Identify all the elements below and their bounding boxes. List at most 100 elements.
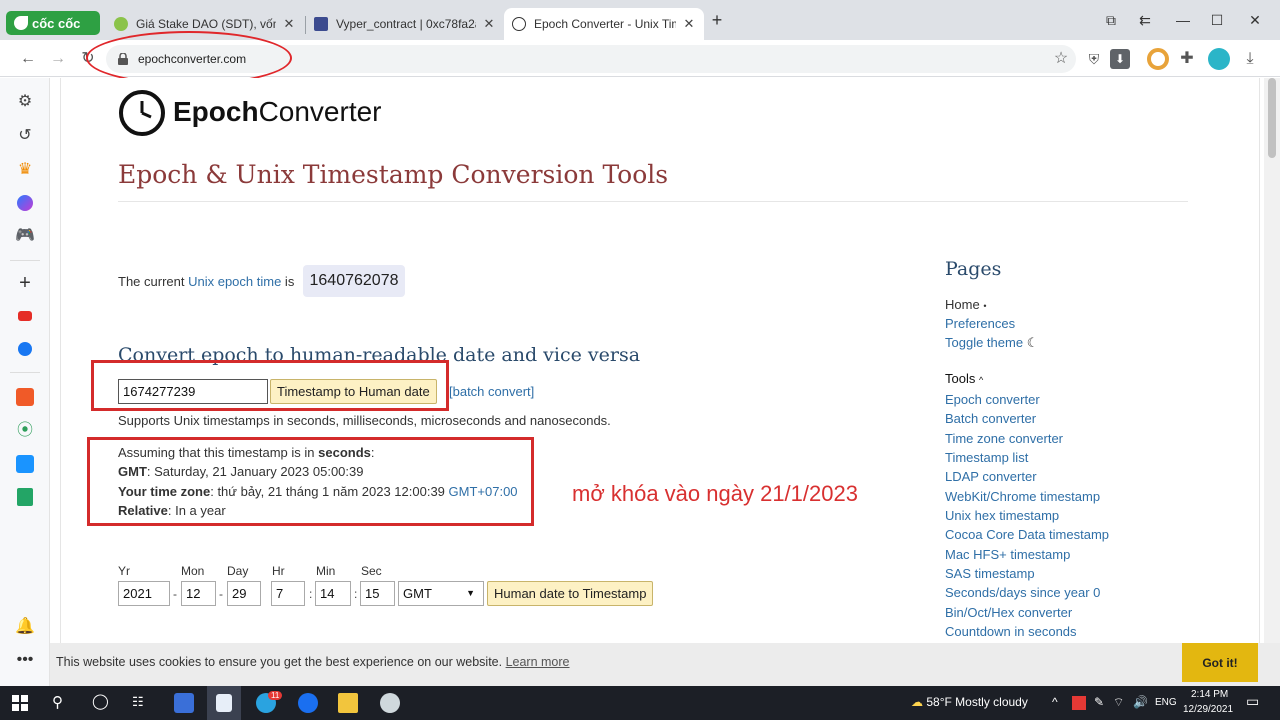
zalo-icon[interactable] (298, 693, 318, 713)
tray-edit-icon[interactable]: ✎ (1094, 695, 1104, 709)
shopping-icon[interactable] (13, 385, 37, 409)
tool-link[interactable]: Epoch converter (945, 392, 1040, 407)
close-tab-icon[interactable]: ✕ (282, 16, 296, 32)
explorer-app-icon[interactable] (174, 693, 194, 713)
language-indicator[interactable]: ENG (1155, 697, 1177, 708)
chrome-extension-icon[interactable] (1147, 48, 1169, 70)
volume-icon[interactable]: 🔊 (1133, 695, 1148, 709)
task-view-icon[interactable]: ◯ (92, 692, 109, 710)
paint-app-icon[interactable] (380, 693, 400, 713)
supports-note: Supports Unix timestamps in seconds, mil… (118, 413, 611, 428)
maximize-button[interactable]: ☐ (1202, 8, 1232, 32)
tools-heading[interactable]: Tools ^ (945, 371, 983, 386)
month-input[interactable] (181, 581, 216, 606)
day-input[interactable] (227, 581, 261, 606)
tray-app-icon[interactable] (1072, 696, 1086, 710)
close-tab-icon[interactable]: ✕ (682, 16, 696, 32)
coccoc-taskbar-button[interactable] (207, 686, 241, 720)
youtube-icon[interactable] (13, 304, 37, 328)
tab-epoch-converter[interactable]: Epoch Converter - Unix Time ✕ (504, 8, 704, 40)
tab-vyper-contract[interactable]: Vyper_contract | 0xc78fa2af0 ✕ (306, 8, 504, 40)
tab-search-icon[interactable]: ⧉ (1096, 8, 1126, 32)
tool-link[interactable]: LDAP converter (945, 469, 1037, 484)
shield-extension-icon[interactable]: ⛨ (1082, 47, 1106, 71)
input-highlight-annotation (91, 360, 449, 411)
tool-link[interactable]: Cocoa Core Data timestamp (945, 527, 1109, 542)
epochconverter-logo-icon[interactable] (119, 90, 165, 136)
notification-bell-icon[interactable]: 🔔 (13, 615, 37, 639)
tool-link[interactable]: Timestamp list (945, 450, 1028, 465)
tool-link[interactable]: Unix hex timestamp (945, 508, 1059, 523)
tool-link[interactable]: Seconds/days since year 0 (945, 585, 1100, 600)
tool-link[interactable]: Countdown in seconds (945, 624, 1077, 639)
tool-link[interactable]: WebKit/Chrome timestamp (945, 489, 1100, 504)
time-separator: : (354, 587, 358, 601)
tool-link[interactable]: Batch converter (945, 411, 1036, 426)
human-to-timestamp-button[interactable]: Human date to Timestamp (487, 581, 654, 606)
unix-epoch-time-link[interactable]: Unix epoch time (188, 274, 281, 289)
brand-label: cốc cốc (32, 15, 81, 31)
got-it-button[interactable]: Got it! (1182, 643, 1258, 682)
second-input[interactable] (360, 581, 395, 606)
batch-convert-link[interactable]: [batch convert] (449, 384, 534, 399)
more-options-icon[interactable]: ••• (13, 648, 37, 672)
tool-link[interactable]: Mac HFS+ timestamp (945, 547, 1070, 562)
widgets-icon[interactable]: ☷ (132, 694, 144, 710)
coccoc-menu-button[interactable]: cốc cốc (6, 11, 100, 35)
download-icon[interactable]: ⤓ (1238, 47, 1262, 71)
page-title: Epoch & Unix Timestamp Conversion Tools (118, 160, 669, 189)
bookmark-star-icon[interactable]: ☆ (1049, 47, 1073, 71)
add-shortcut-icon[interactable]: + (13, 271, 37, 295)
clock-time[interactable]: 2:14 PM (1191, 689, 1228, 700)
new-tab-button[interactable]: + (702, 8, 732, 32)
time-separator: : (309, 587, 313, 601)
minimize-button[interactable]: — (1168, 8, 1198, 32)
file-folder-icon[interactable] (338, 693, 358, 713)
tool-link[interactable]: SAS timestamp (945, 566, 1035, 581)
back-button[interactable]: ← (16, 47, 40, 71)
close-tab-icon[interactable]: ✕ (482, 16, 496, 32)
unlock-date-annotation: mở khóa vào ngày 21/1/2023 (572, 481, 858, 506)
tool-link[interactable]: Bin/Oct/Hex converter (945, 605, 1072, 620)
wifi-icon[interactable]: ⌔ (1113, 695, 1124, 710)
nav-toggle-theme[interactable]: Toggle theme ☾ (945, 335, 1038, 351)
game-controller-icon[interactable]: 🎮 (13, 224, 37, 248)
hour-input[interactable] (271, 581, 305, 606)
stake-dao-favicon-icon (114, 17, 128, 31)
forward-button[interactable]: → (46, 47, 70, 71)
tiki-icon[interactable] (13, 452, 37, 476)
page-scrollbar[interactable] (1264, 78, 1280, 643)
messenger-icon[interactable] (13, 191, 37, 215)
timezone-select[interactable]: GMT ▼ (398, 581, 484, 606)
settings-gear-icon[interactable]: ⚙ (13, 90, 37, 114)
nav-home[interactable]: Home • (945, 297, 986, 312)
profile-avatar[interactable] (1208, 48, 1230, 70)
tray-chevron-icon[interactable]: ^ (1052, 695, 1058, 709)
crown-icon[interactable]: ♛ (13, 158, 37, 182)
cookie-banner: This website uses cookies to ensure you … (50, 643, 1280, 686)
browser-sidebar: ⚙ ↺ ♛ 🎮 + ⦿ 🔔 ••• (0, 78, 50, 686)
sheets-icon[interactable] (13, 485, 37, 509)
weather-widget[interactable]: ☁ 58°F Mostly cloudy (911, 695, 1028, 709)
coccoc-logo-icon (14, 16, 28, 30)
nav-preferences[interactable]: Preferences (945, 316, 1015, 331)
windows-start-icon[interactable] (12, 695, 28, 711)
puzzle-extensions-icon[interactable]: ✚ (1175, 47, 1199, 71)
clock-date[interactable]: 12/29/2021 (1183, 704, 1233, 715)
search-icon[interactable]: ⚲ (52, 693, 63, 711)
learn-more-link[interactable]: Learn more (506, 655, 570, 669)
notifications-icon[interactable]: ▭ (1246, 693, 1259, 710)
download-extension-icon[interactable]: ⬇ (1110, 49, 1130, 69)
site-logo-text[interactable]: EpochConverter (173, 96, 382, 128)
history-icon[interactable]: ↺ (13, 124, 37, 148)
clock-favicon-icon (512, 17, 526, 31)
restore-back-icon[interactable]: ⇇ (1130, 8, 1160, 32)
minute-input[interactable] (315, 581, 351, 606)
url-highlight-annotation (86, 31, 292, 85)
tool-link[interactable]: Time zone converter (945, 431, 1063, 446)
year-input[interactable] (118, 581, 170, 606)
close-window-button[interactable]: ✕ (1240, 8, 1270, 32)
scrollbar-thumb[interactable] (1268, 78, 1276, 158)
maps-icon[interactable]: ⦿ (13, 419, 37, 443)
facebook-icon[interactable] (13, 337, 37, 361)
